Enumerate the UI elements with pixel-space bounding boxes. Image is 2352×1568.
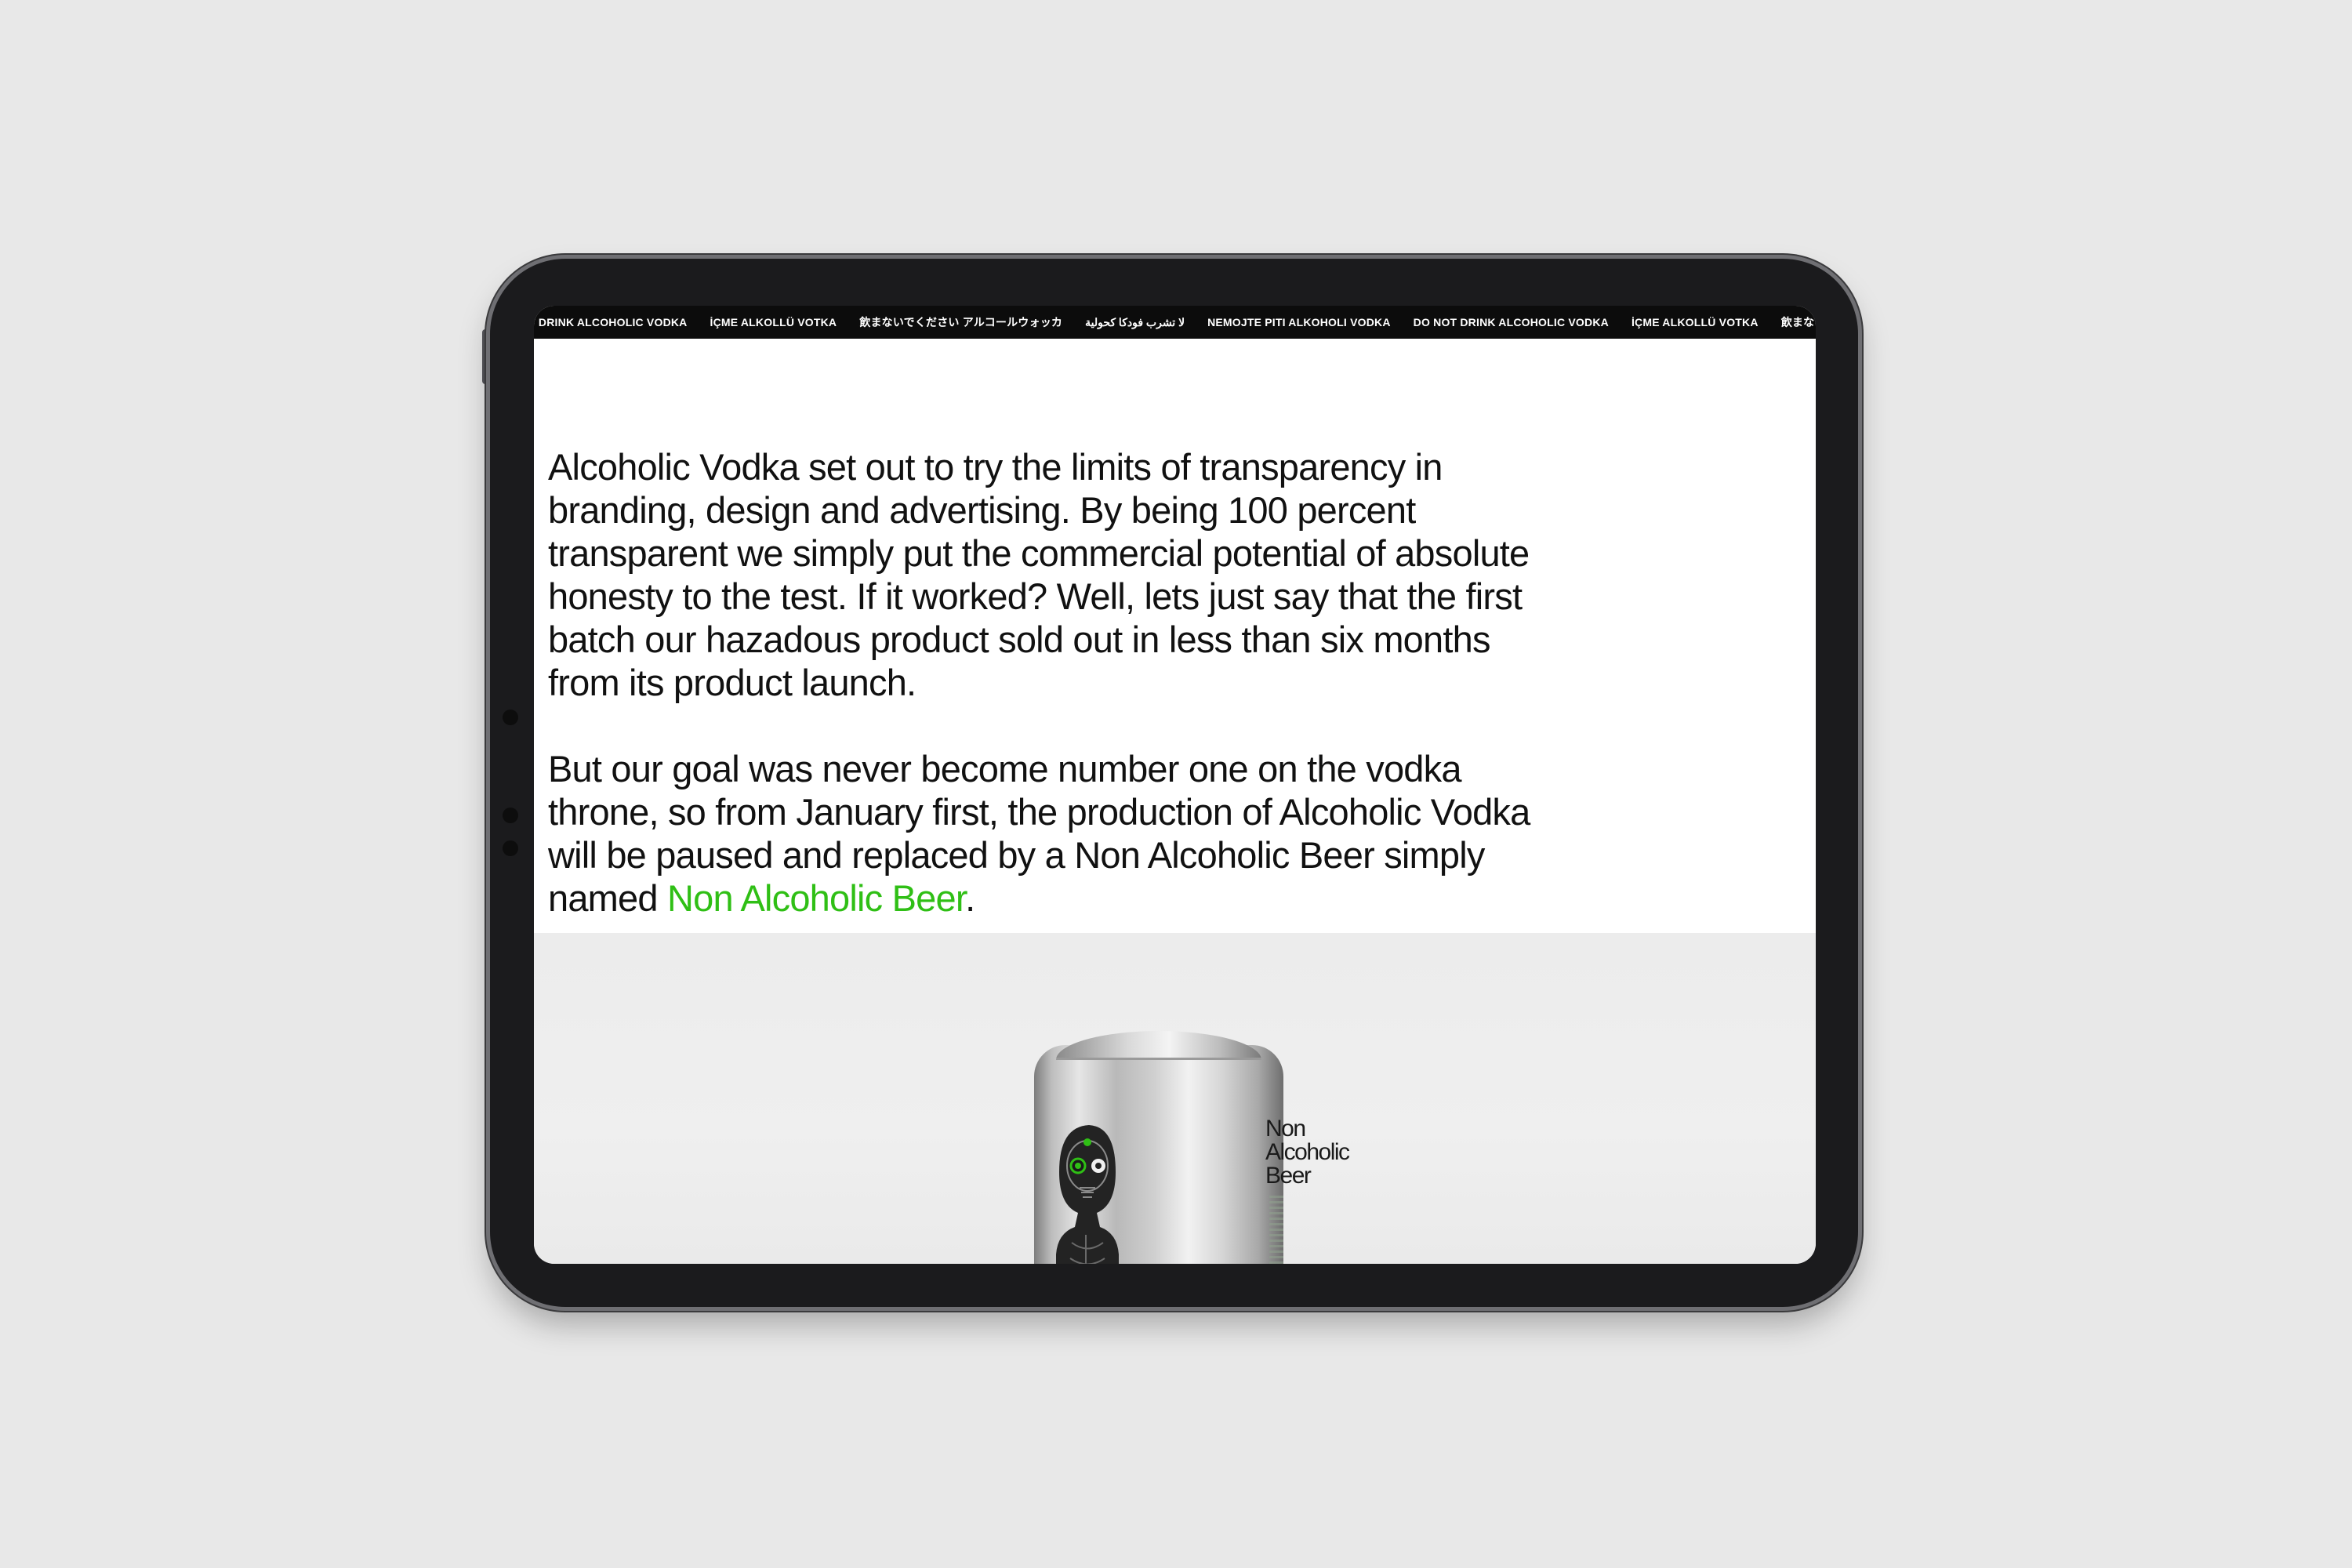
product-photo: Non Alcoholic Beer bbox=[534, 933, 1816, 1264]
non-alcoholic-beer-link[interactable]: Non Alcoholic Beer bbox=[667, 877, 966, 919]
ticker-item: OT DRINK ALCOHOLIC VODKA bbox=[534, 316, 688, 328]
can-label-line: Non bbox=[1265, 1116, 1306, 1142]
skeleton-figure-icon bbox=[1056, 1125, 1119, 1264]
can-label: Non Alcoholic Beer bbox=[1265, 1116, 1350, 1189]
can-fine-print bbox=[1269, 1196, 1283, 1264]
tablet-screen: OT DRINK ALCOHOLIC VODKA İÇME ALKOLLÜ VO… bbox=[534, 306, 1816, 1264]
ticker-item: İÇME ALKOLLÜ VOTKA bbox=[1631, 316, 1759, 328]
ticker-item: لا تشرب فودكا كحولية bbox=[1085, 315, 1185, 328]
ticker-item: DO NOT DRINK ALCOHOLIC VODKA bbox=[1413, 316, 1609, 328]
can-lid bbox=[1056, 1031, 1261, 1060]
ticker-item: 飲まないでください アルコールウォッカ bbox=[859, 316, 1063, 328]
beer-can: Non Alcoholic Beer bbox=[1034, 1031, 1350, 1264]
intro-text: Alcoholic Vodka set out to try the limit… bbox=[548, 445, 1559, 920]
intro-paragraph-1: Alcoholic Vodka set out to try the limit… bbox=[548, 446, 1530, 703]
magnet-dot bbox=[503, 710, 518, 725]
ticker-track: OT DRINK ALCOHOLIC VODKA İÇME ALKOLLÜ VO… bbox=[534, 306, 1816, 339]
ticker-item: 飲まないでください bbox=[1780, 316, 1816, 328]
magnet-dot bbox=[503, 808, 518, 823]
marquee-ticker: OT DRINK ALCOHOLIC VODKA İÇME ALKOLLÜ VO… bbox=[534, 306, 1816, 339]
can-label-line: Alcoholic bbox=[1265, 1139, 1350, 1165]
intro-paragraph-2-end: . bbox=[965, 877, 975, 919]
can-label-line: Beer bbox=[1265, 1163, 1312, 1189]
power-button bbox=[482, 329, 489, 384]
ticker-item: NEMOJTE PITI ALKOHOLI VODKA bbox=[1207, 316, 1391, 328]
intro-paragraph-2: But our goal was never become number one… bbox=[548, 747, 1559, 920]
magnet-dot bbox=[503, 840, 518, 856]
ticker-item: İÇME ALKOLLÜ VOTKA bbox=[710, 316, 837, 328]
